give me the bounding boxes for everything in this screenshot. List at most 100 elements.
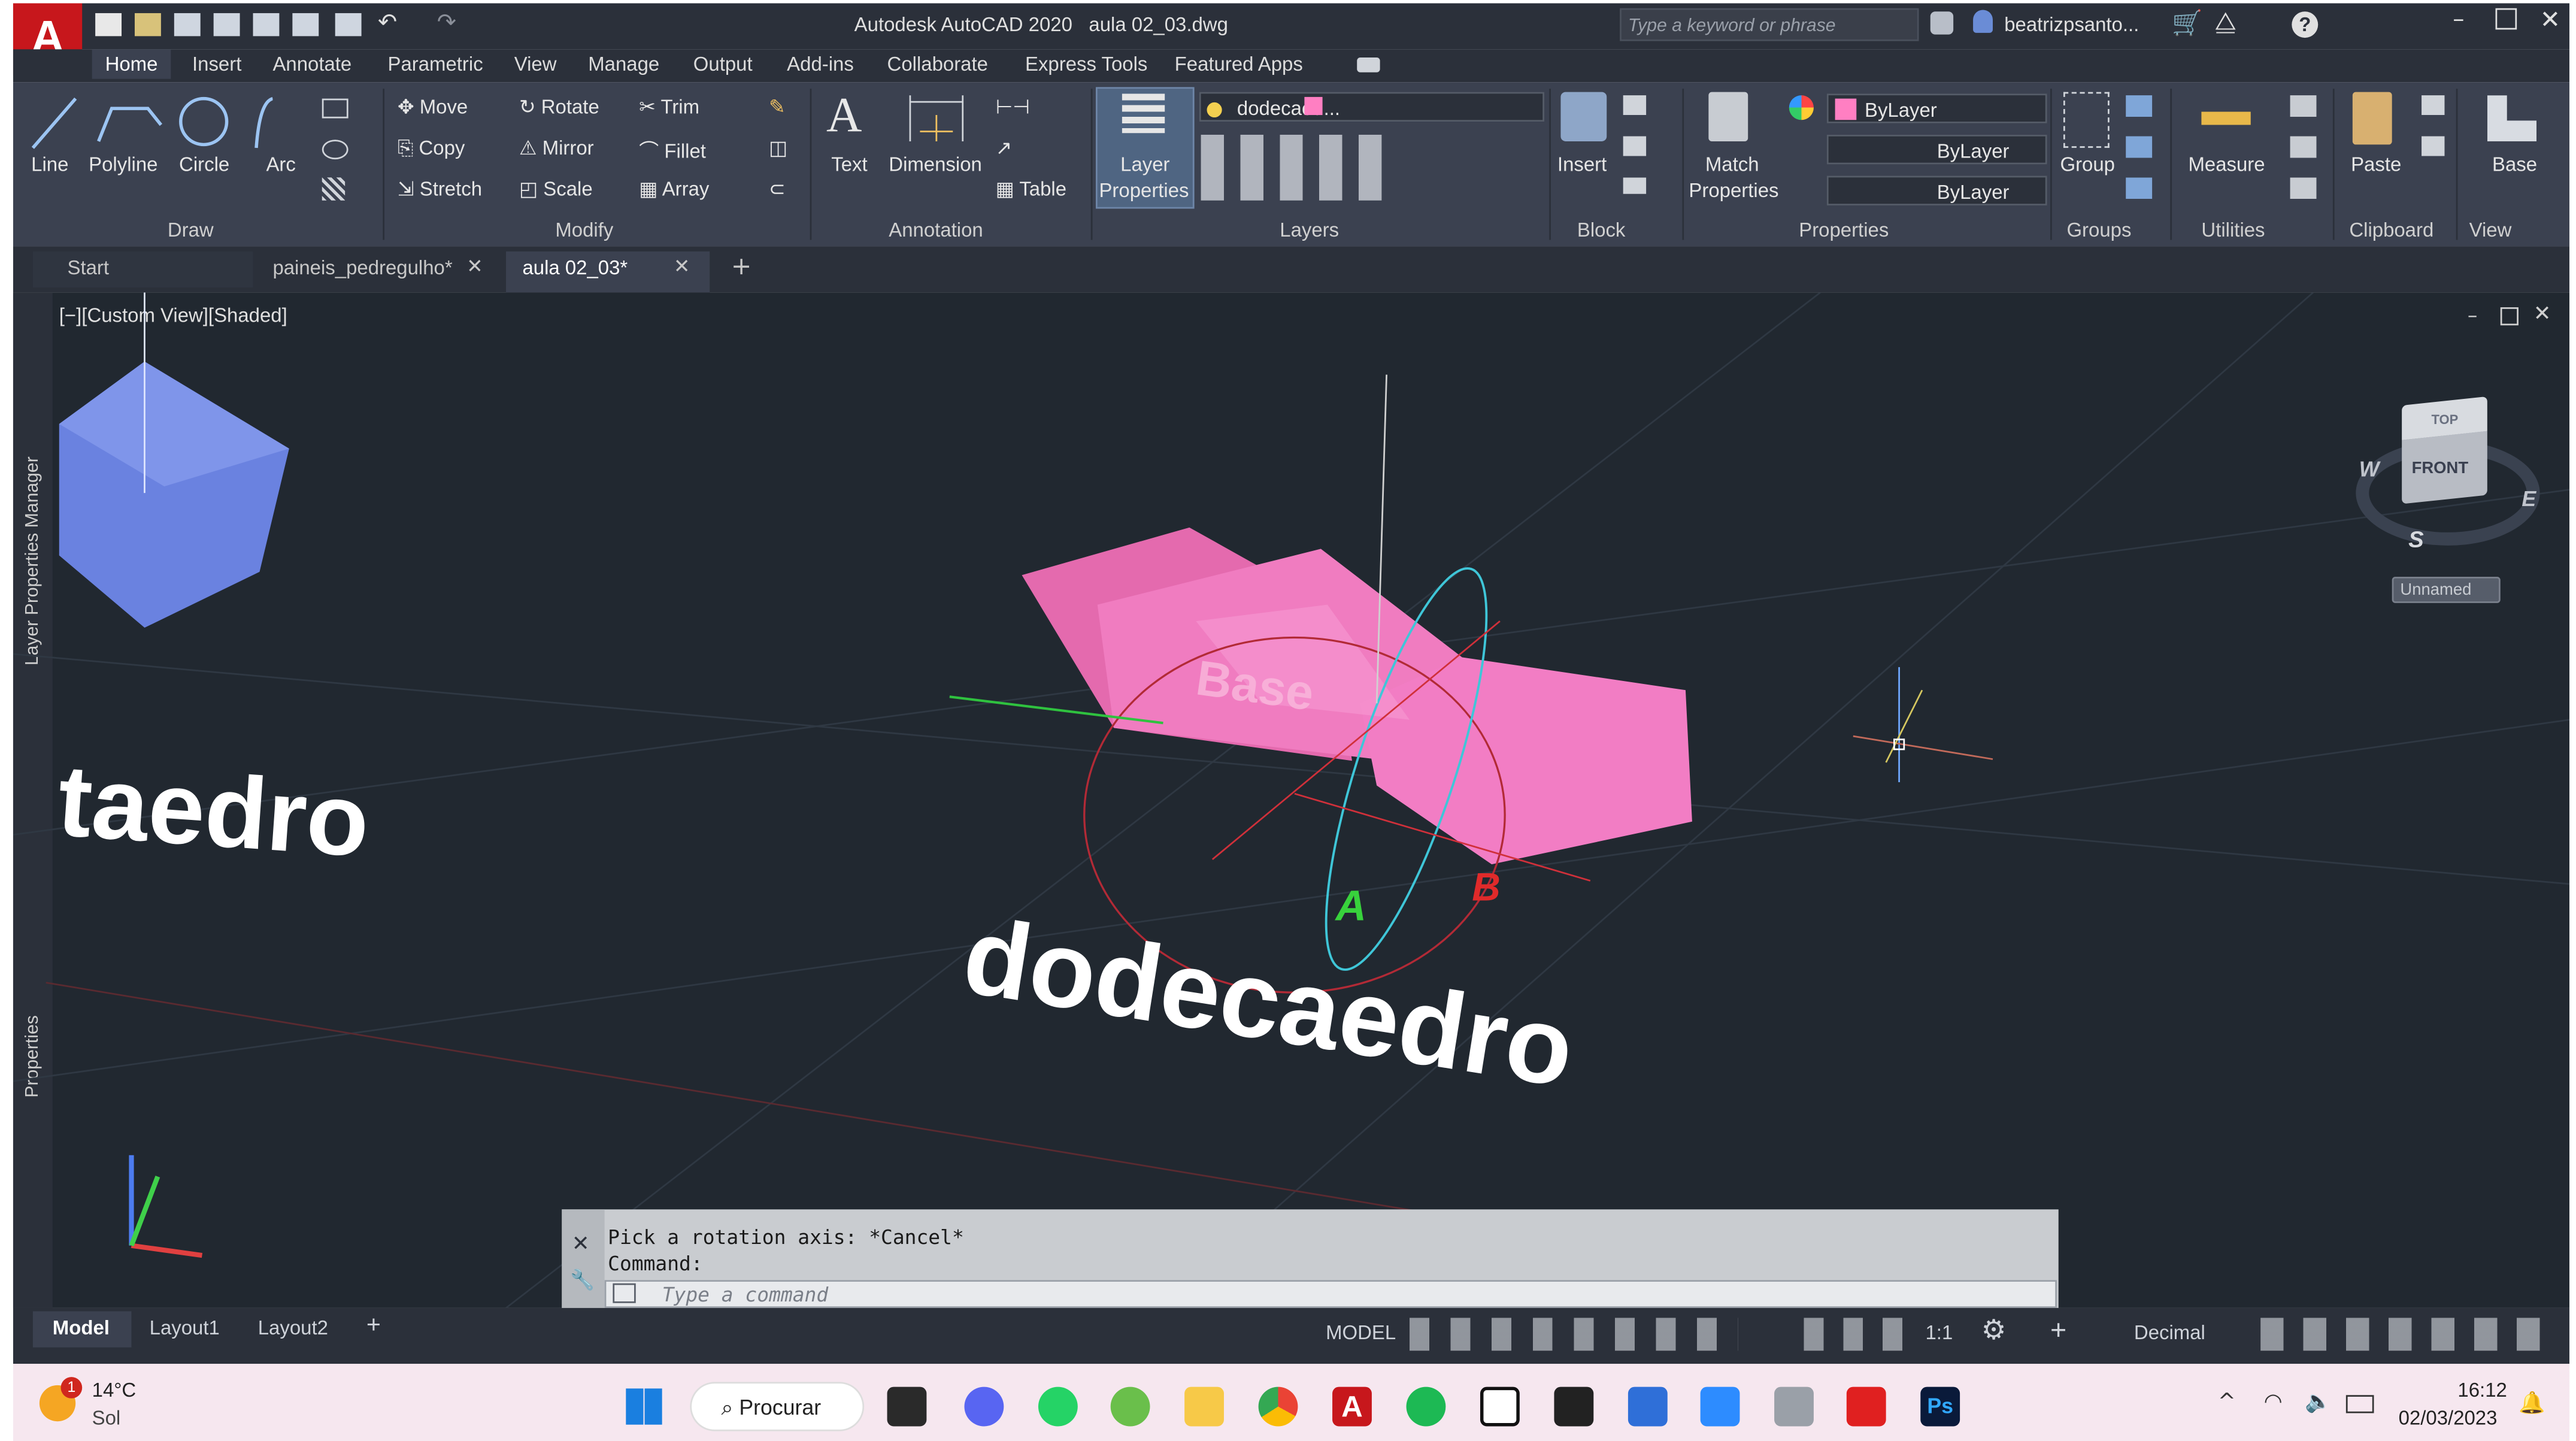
cart-icon[interactable]: 🛒 (2172, 8, 2202, 38)
layer-select[interactable]: dodecaed... (1199, 92, 1544, 122)
task-view-icon[interactable] (887, 1386, 927, 1427)
battery-icon[interactable] (2345, 1395, 2374, 1413)
properties-panel-title[interactable]: Properties (1799, 219, 1889, 241)
command-close-icon[interactable]: ✕ (572, 1233, 590, 1257)
spotify-icon[interactable] (1406, 1386, 1446, 1427)
block-tools-icons[interactable] (1623, 95, 1647, 194)
fillet-button[interactable]: ⌒ Fillet (639, 137, 706, 165)
file-explorer-icon[interactable] (1184, 1386, 1224, 1427)
octahedron-solid[interactable] (59, 292, 289, 628)
annotation-toggle-icons[interactable] (1804, 1318, 1910, 1351)
move-button[interactable]: ✥ Move (398, 95, 468, 118)
notification-bell-icon[interactable]: 🔔 (2519, 1392, 2545, 1416)
publish-icon[interactable] (253, 13, 280, 37)
close-tab-icon[interactable]: ✕ (466, 255, 483, 277)
search-input[interactable]: Type a keyword or phrase (1620, 8, 1919, 41)
weather-temp[interactable]: 14°C (92, 1379, 137, 1401)
doc-tab-start-label[interactable]: Start (67, 256, 109, 279)
rotate-button[interactable]: ↻ Rotate (519, 95, 599, 118)
text-button[interactable]: Text (831, 153, 867, 175)
maximize-icon[interactable] (2495, 8, 2517, 30)
paste-button[interactable]: Paste (2351, 153, 2401, 175)
group-icon[interactable] (2063, 92, 2110, 148)
group-button[interactable]: Group (2060, 153, 2115, 175)
save-as-icon[interactable] (213, 13, 240, 37)
command-prompt-icon[interactable] (613, 1283, 636, 1303)
line-button[interactable]: Line (31, 153, 68, 175)
whatsapp-icon[interactable] (1038, 1386, 1078, 1427)
offset-icon[interactable]: ⊂ (769, 177, 786, 200)
paste-icon[interactable] (2352, 92, 2392, 145)
polyline-button[interactable]: Polyline (89, 153, 157, 175)
explode-icon[interactable]: ◫ (769, 137, 787, 159)
match-properties-label[interactable]: Match (1705, 153, 1759, 175)
dimension-icon[interactable] (907, 95, 966, 148)
units-select[interactable]: Decimal (2134, 1321, 2205, 1344)
notion-icon[interactable] (1480, 1386, 1520, 1427)
tab-annotate[interactable]: Annotate (272, 53, 351, 75)
doc-tab-start[interactable] (32, 251, 253, 288)
color-wheel-icon[interactable] (1789, 95, 1814, 120)
array-button[interactable]: ▦ Array (639, 177, 709, 200)
text-dodecaedro[interactable]: dodecaedro (956, 894, 1581, 1110)
volume-icon[interactable]: 🔈 (2305, 1390, 2331, 1415)
undo-icon[interactable]: ↶ (378, 10, 397, 36)
user-account[interactable]: beatrizpsanto... (2004, 13, 2139, 36)
group-tools-icons[interactable] (2126, 95, 2153, 201)
circle-icon[interactable] (179, 96, 229, 147)
tab-express-tools[interactable]: Express Tools (1025, 53, 1147, 75)
linear-dim-icon[interactable]: ⊢⊣ (996, 95, 1030, 118)
erase-icon[interactable]: ✎ (769, 95, 786, 118)
dodecahedron-solid[interactable] (1022, 527, 1692, 865)
ellipse-icon[interactable] (322, 140, 348, 160)
model-space-toggle[interactable]: MODEL (1326, 1321, 1396, 1344)
dimension-button[interactable]: Dimension (889, 153, 982, 175)
tab-collaborate[interactable]: Collaborate (887, 53, 988, 75)
doc-tab-aula[interactable]: aula 02_03* (522, 256, 628, 279)
redo-icon[interactable]: ↷ (437, 10, 456, 36)
hatch-icon[interactable] (322, 177, 346, 201)
compass-east-label[interactable]: E (2522, 486, 2536, 511)
utility-tools-icons[interactable] (2290, 95, 2317, 201)
layout-tab-layout2[interactable]: Layout2 (258, 1316, 328, 1339)
plus-icon[interactable]: + (2050, 1315, 2066, 1348)
new-layout-icon[interactable]: + (366, 1311, 381, 1339)
text-icon[interactable]: A (826, 89, 862, 144)
block-panel-title[interactable]: Block (1577, 219, 1626, 241)
compass-west-label[interactable]: W (2359, 457, 2380, 482)
viewcube-front-label[interactable]: FRONT (2412, 460, 2469, 478)
doc-tab-paineis[interactable]: paineis_pedregulho* (272, 256, 452, 279)
line-icon[interactable] (31, 97, 77, 149)
clipboard-panel-title[interactable]: Clipboard (2349, 219, 2433, 241)
tray-chevron-icon[interactable]: ^ (2218, 1390, 2236, 1415)
circle-button[interactable]: Circle (179, 153, 229, 175)
minimize-icon[interactable]: – (2453, 7, 2464, 33)
insert-block-icon[interactable] (1560, 92, 1607, 141)
color-select[interactable]: ByLayer (1826, 93, 2047, 123)
weather-condition[interactable]: Sol (92, 1407, 121, 1430)
close-icon[interactable]: ✕ (2540, 5, 2561, 34)
autodesk-icon[interactable]: ⧋ (2214, 7, 2236, 36)
groups-panel-title[interactable]: Groups (2066, 219, 2131, 241)
measure-icon[interactable] (2201, 111, 2251, 125)
model-space-canvas[interactable]: Base A B taedro dodecaedro (13, 292, 2569, 1308)
tab-insert[interactable]: Insert (192, 53, 241, 75)
scale-button[interactable]: ◰ Scale (519, 177, 593, 200)
leader-icon[interactable]: ↗ (996, 137, 1013, 159)
app-leaf-icon[interactable] (1110, 1386, 1150, 1427)
copy-button[interactable]: ⎘ Copy (398, 137, 465, 161)
utilities-panel-title[interactable]: Utilities (2201, 219, 2265, 241)
ucs-menu[interactable]: Unnamed (2392, 577, 2501, 603)
close-tab-icon[interactable]: ✕ (674, 255, 690, 277)
status-tool-icons[interactable] (2260, 1318, 2557, 1351)
annotation-panel-title[interactable]: Annotation (889, 219, 983, 241)
workspace-gear-icon[interactable]: ⚙ (1981, 1315, 2007, 1348)
mirror-button[interactable]: ⚠ Mirror (519, 137, 594, 159)
layout-tab-model[interactable]: Model (53, 1316, 110, 1339)
help-icon[interactable]: ? (2292, 11, 2319, 38)
view-panel-title[interactable]: View (2469, 219, 2512, 241)
tab-view[interactable]: View (514, 53, 557, 75)
clipboard-tools-icons[interactable] (2422, 95, 2445, 161)
autocad-taskbar-icon[interactable]: A (1332, 1386, 1372, 1427)
plot-icon[interactable] (292, 13, 319, 37)
